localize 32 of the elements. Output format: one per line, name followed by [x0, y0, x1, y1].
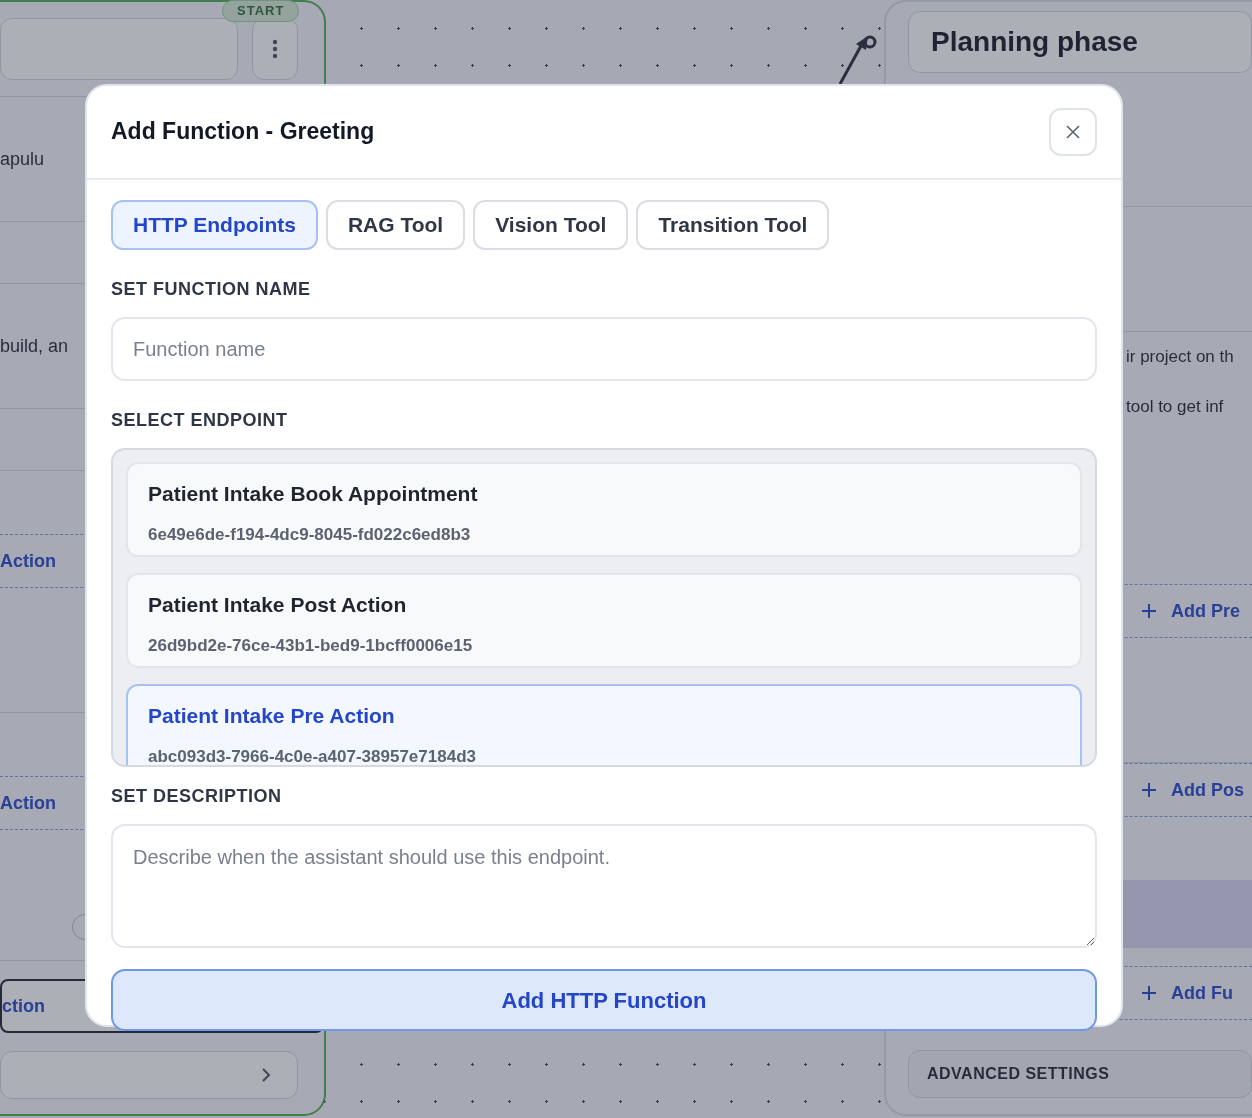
connector-arrow [838, 35, 877, 85]
node-text: tool to get inf [1126, 396, 1224, 419]
field-label: SET FUNCTION NAME [111, 278, 312, 301]
endpoint-item[interactable]: Patient Intake Pre Action abc093d3-7966-4c0e-a407-38957e7184d3 [126, 684, 1082, 765]
settings-button[interactable]: ADVANCED SETTINGS [908, 1050, 1252, 1098]
node-text: build, an [0, 334, 69, 358]
plus-icon [1141, 985, 1157, 1001]
tab[interactable]: Transition Tool [636, 200, 830, 250]
field-label: SET DESCRIPTION [111, 785, 283, 808]
plus-icon [1141, 782, 1157, 798]
endpoint-item[interactable]: Patient Intake Post Action 26d9bd2e-76ce-43b1-bed9-1bcff0006e15 [126, 573, 1082, 668]
close-icon [1066, 125, 1080, 139]
name-field[interactable]: Function name [111, 317, 1097, 381]
modal-title: Add Function - Greeting [111, 118, 375, 146]
kebab-icon [272, 39, 278, 59]
name-field[interactable] [0, 18, 238, 80]
node-title: Planning phase [908, 11, 1252, 73]
kebab-button[interactable] [252, 18, 298, 80]
tab[interactable]: RAG Tool [325, 200, 466, 250]
plus-icon [1141, 603, 1157, 619]
close-button[interactable] [1049, 108, 1097, 156]
submit-button[interactable]: Add HTTP Function [111, 969, 1097, 1031]
endpoint-item[interactable]: Patient Intake Book Appointment 6e49e6de-f194-4dc9-8045-fd022c6ed8b3 [126, 462, 1082, 557]
description-field[interactable]: Describe when the assistant should use this endpoint. [111, 824, 1097, 948]
start-badge: START [222, 0, 300, 22]
chevron-right-icon [261, 1067, 271, 1083]
node-text: ir project on th [1126, 346, 1234, 369]
tab[interactable]: HTTP Endpoints [111, 200, 318, 250]
field-label: SELECT ENDPOINT [111, 409, 289, 432]
tab[interactable]: Vision Tool [473, 200, 629, 250]
node-text: apulu [0, 147, 45, 171]
nav-row[interactable] [0, 1051, 298, 1099]
